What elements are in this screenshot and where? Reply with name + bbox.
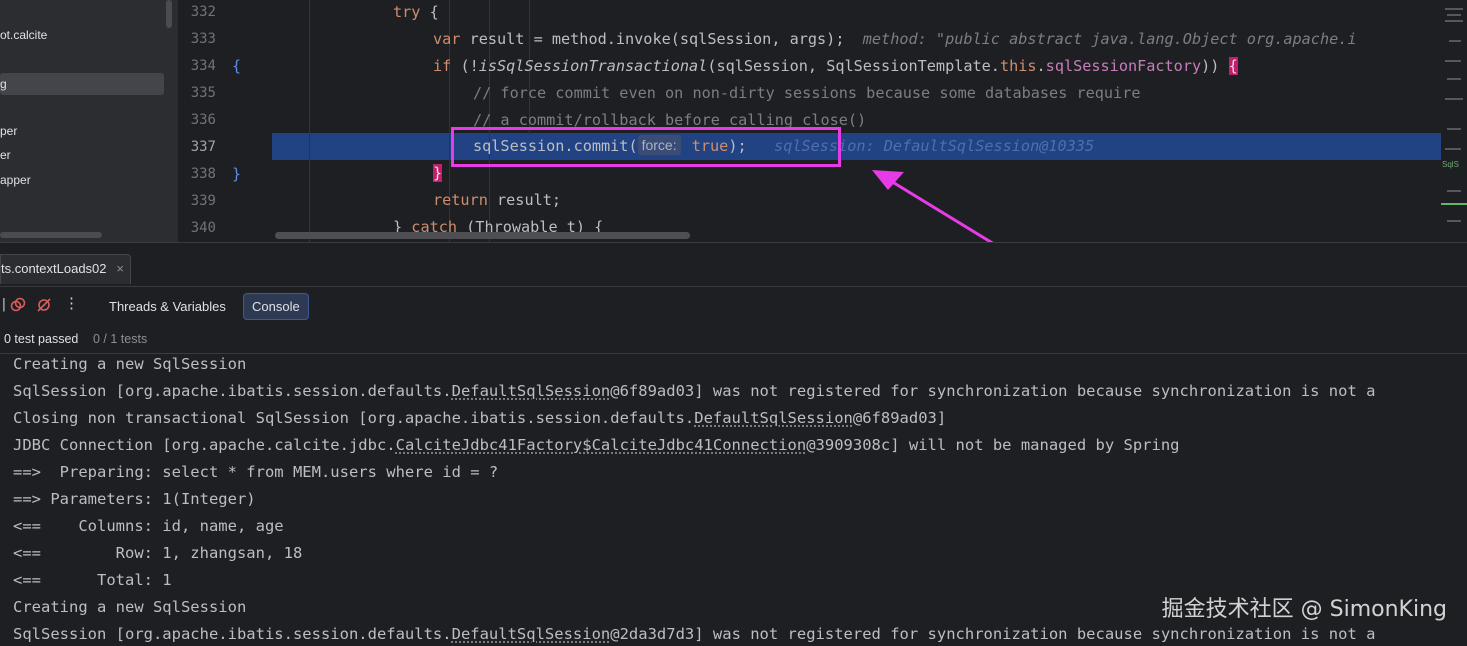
view-breakpoints-icon[interactable]: [10, 297, 26, 313]
console-link[interactable]: DefaultSqlSession: [452, 382, 611, 400]
tree-item[interactable]: apper: [0, 169, 31, 191]
line-number: 339: [190, 193, 216, 209]
console-line: Creating a new SqlSession: [13, 355, 247, 373]
code-line-335: // force commit even on non-dirty sessio…: [473, 84, 1141, 102]
console-link[interactable]: CalciteJdbc41Factory$CalciteJdbc41Connec…: [396, 436, 807, 454]
console-line: JDBC Connection [org.apache.calcite.jdbc…: [13, 436, 1180, 454]
fold-brace-close[interactable]: }: [232, 161, 241, 188]
code-editor[interactable]: 332 333 334 335 336 337 338 339 340 { } …: [180, 0, 1467, 242]
code-line-332: try {: [393, 3, 439, 21]
project-tree-panel: ot.calcite g per er apper: [0, 0, 178, 242]
console-line: SqlSession [org.apache.ibatis.session.de…: [13, 625, 1376, 643]
line-number: 334: [190, 58, 216, 74]
line-number-current: 337: [190, 139, 216, 155]
tests-passed-label: 0 test passed: [4, 332, 79, 346]
console-line: Closing non transactional SqlSession [or…: [13, 409, 947, 427]
tree-horizontal-scrollbar[interactable]: [0, 232, 102, 238]
console-link[interactable]: DefaultSqlSession: [452, 625, 611, 643]
tests-count-label: 0 / 1 tests: [93, 332, 148, 346]
console-line: <== Columns: id, name, age: [13, 517, 284, 535]
editor-error-stripe[interactable]: SqlS: [1441, 0, 1467, 242]
line-number: 335: [190, 85, 216, 101]
code-line-336: // a commit/rollback before calling clos…: [473, 111, 867, 129]
console-line: <== Row: 1, zhangsan, 18: [13, 544, 303, 562]
fold-brace-open[interactable]: {: [232, 53, 241, 80]
more-options-icon[interactable]: ⋮: [64, 295, 79, 311]
run-tabs-bar: ts.contextLoads02 ×: [0, 242, 1467, 286]
tab-threads-variables[interactable]: Threads & Variables: [100, 293, 235, 320]
test-status-bar: 0 test passed 0 / 1 tests: [0, 324, 1467, 354]
toolbar-separator-icon: |: [0, 297, 8, 312]
tree-item-selected[interactable]: g: [0, 73, 164, 95]
console-line: ==> Preparing: select * from MEM.users w…: [13, 463, 499, 481]
console-line: Creating a new SqlSession: [13, 598, 247, 616]
run-tab[interactable]: ts.contextLoads02 ×: [0, 254, 131, 284]
code-line-338: }: [272, 160, 1441, 187]
line-number: 332: [190, 4, 216, 20]
line-number: 338: [190, 166, 216, 182]
line-number: 333: [190, 31, 216, 47]
console-link[interactable]: DefaultSqlSession: [694, 409, 853, 427]
line-number: 336: [190, 112, 216, 128]
debug-toolbar: | ⋮ Threads & Variables Console: [0, 286, 1467, 324]
tree-item[interactable]: per: [0, 120, 17, 142]
tree-item[interactable]: er: [0, 144, 11, 166]
code-line-337-execution-point: sqlSession.commit(force: true); sqlSessi…: [473, 135, 1095, 155]
tab-console[interactable]: Console: [243, 293, 309, 320]
code-area[interactable]: try { var result = method.invoke(sqlSess…: [272, 0, 1441, 242]
close-icon[interactable]: ×: [116, 255, 124, 283]
matched-brace: }: [433, 164, 443, 182]
code-line-339: return result;: [433, 191, 562, 209]
editor-horizontal-scrollbar[interactable]: [275, 232, 690, 239]
line-number: 340: [190, 220, 216, 236]
tree-vertical-scrollbar[interactable]: [166, 0, 172, 28]
console-line: ==> Parameters: 1(Integer): [13, 490, 256, 508]
code-line-333: var result = method.invoke(sqlSession, a…: [433, 30, 1357, 48]
annotation-highlight-box: [451, 127, 841, 167]
run-tab-label: ts.contextLoads02: [1, 261, 107, 276]
console-line: SqlSession [org.apache.ibatis.session.de…: [13, 382, 1376, 400]
console-line: <== Total: 1: [13, 571, 172, 589]
code-line-334: if (!isSqlSessionTransactional(sqlSessio…: [433, 57, 1238, 75]
matched-brace: {: [1228, 57, 1238, 75]
mute-breakpoints-icon[interactable]: [36, 297, 52, 313]
editor-gutter: 332 333 334 335 336 337 338 339 340 { }: [180, 0, 270, 242]
minimap-label: SqlS: [1442, 160, 1459, 169]
tree-item[interactable]: ot.calcite: [0, 24, 47, 46]
watermark: 掘金技术社区 @ SimonKing: [1161, 597, 1447, 622]
